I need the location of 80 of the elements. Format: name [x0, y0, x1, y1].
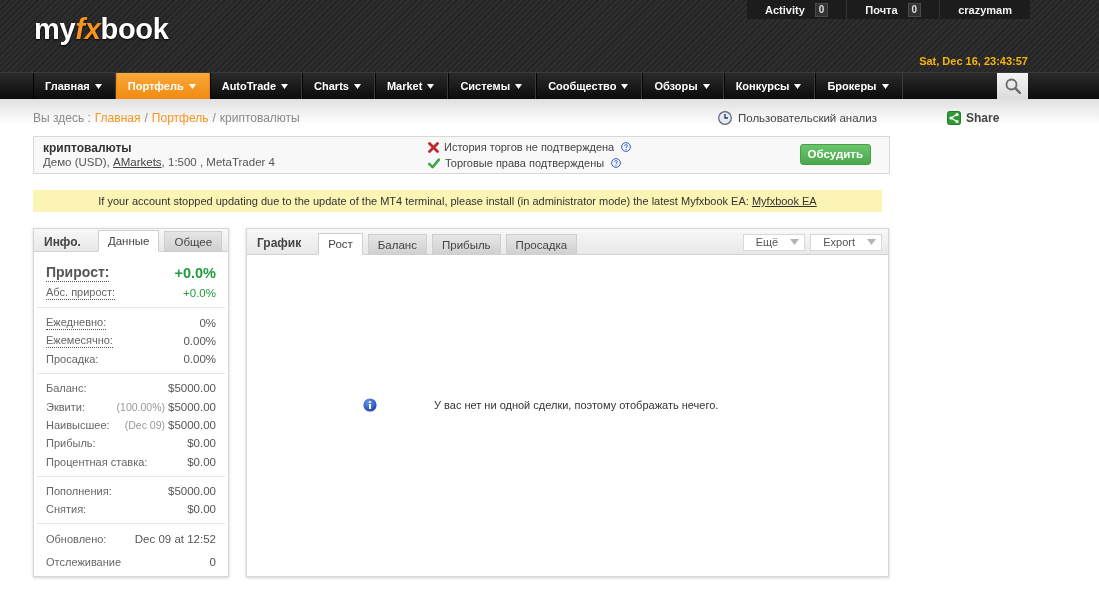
stat-label[interactable]: Прирост: [46, 264, 110, 283]
tab[interactable]: Рост [318, 233, 363, 255]
user-bar-link[interactable]: Activity [765, 3, 805, 16]
dropdown-button[interactable]: Ещё [742, 233, 806, 251]
breadcrumb-separator: / [144, 111, 148, 125]
custom-analysis-link[interactable]: Пользовательский анализ [738, 112, 877, 124]
verification-status: История торгов не подтверждена [444, 141, 615, 153]
stat-value: 0.00% [183, 334, 216, 347]
stat-value: +0.0% [183, 287, 216, 300]
tab[interactable]: Общее [164, 231, 223, 253]
caret-icon [881, 83, 889, 89]
stat-label: Эквити: [46, 400, 85, 413]
stat-value: 0% [199, 316, 216, 329]
stat-label: Баланс: [46, 382, 87, 395]
caret-icon [867, 239, 876, 245]
stat-value: $0.00 [187, 455, 216, 468]
stat-note: (Dec 09) [124, 419, 166, 432]
account-details: Демо (USD), AMarkets, 1:500 , MetaTrader 4 [43, 155, 276, 169]
stat-label[interactable]: Ежедневно: [46, 315, 107, 330]
stat-label: Пополнения: [46, 484, 112, 497]
dropdown-button[interactable]: Export [810, 233, 882, 251]
date-time: Sat, Dec 16, 23:43:57 [919, 55, 1028, 67]
caret-icon [427, 83, 435, 89]
search-icon [1004, 78, 1021, 94]
stat-value: $5000.00 [168, 484, 216, 497]
stat-value: +0.0% [174, 265, 216, 282]
clock-icon [718, 111, 732, 125]
stat-value: $5000.00 [168, 400, 216, 413]
share-link[interactable]: Share [966, 111, 1000, 125]
panel-title: Инфо. [44, 234, 81, 249]
breadcrumb-current: криптовалюты [219, 111, 300, 125]
count-badge: 0 [907, 2, 922, 17]
account-name: криптовалюты [43, 141, 133, 155]
breadcrumb-label: Вы здесь : [33, 111, 91, 125]
share-icon [947, 111, 961, 125]
help-icon[interactable] [621, 142, 632, 152]
count-badge: 0 [814, 2, 829, 17]
caret-icon [281, 83, 289, 89]
caret-icon [188, 83, 196, 89]
notice-link[interactable]: Myfxbook EA [751, 195, 817, 207]
stat-value: $0.00 [187, 437, 216, 450]
stat-label[interactable]: Абс. прирост: [46, 286, 116, 301]
stat-label: Прибыль: [46, 437, 96, 450]
stat-value: Dec 09 at 12:52 [134, 532, 216, 545]
verification-status: Торговые права подтверждены [445, 157, 605, 169]
logo[interactable]: myfxbook [34, 13, 169, 45]
stat-label: Обновлено: [46, 532, 107, 545]
stat-value: $5000.00 [168, 382, 216, 395]
breadcrumb-separator: / [212, 111, 216, 125]
help-icon[interactable] [611, 158, 622, 168]
stat-label: Процентная ставка: [46, 455, 148, 468]
tab[interactable]: Баланс [367, 234, 427, 255]
tab[interactable]: Данные [97, 230, 160, 253]
info-icon [363, 397, 377, 412]
tab[interactable]: Прибыль [431, 234, 501, 255]
broker-link[interactable]: AMarkets [113, 156, 162, 168]
stat-label: Снятия: [46, 503, 87, 516]
caret-icon [790, 239, 800, 245]
stat-label: Наивысшее: [46, 419, 110, 432]
stat-value: 0 [209, 555, 216, 568]
empty-message: У вас нет ни одной сделки, поэтому отображать нечего. [434, 398, 719, 411]
stat-label[interactable]: Ежемесячно: [46, 333, 113, 348]
panel-title: График [257, 236, 302, 250]
stat-label: Просадка: [46, 353, 99, 366]
caret-icon [794, 83, 802, 89]
stat-label: Отслеживание [46, 555, 122, 568]
caret-icon [702, 83, 710, 89]
search-button[interactable] [997, 73, 1028, 99]
stat-value: 0.00% [183, 353, 216, 366]
caret-icon [621, 83, 629, 89]
user-bar-link[interactable]: Почта [865, 3, 898, 16]
user-bar-link[interactable]: crazymam [958, 3, 1012, 16]
caret-icon [353, 83, 361, 89]
stat-value: $0.00 [187, 503, 216, 516]
caret-icon [94, 83, 102, 89]
caret-icon [515, 83, 523, 89]
stat-value: $5000.00 [168, 419, 216, 432]
stat-note: (100.00%) [116, 400, 166, 413]
tab[interactable]: Просадка [505, 234, 578, 255]
notice-text: If your account stopped updating due to the update of the MT4 terminal, please install (in administrator mode) the latest Myfxbook EA: Myfxbook EA [98, 195, 817, 207]
